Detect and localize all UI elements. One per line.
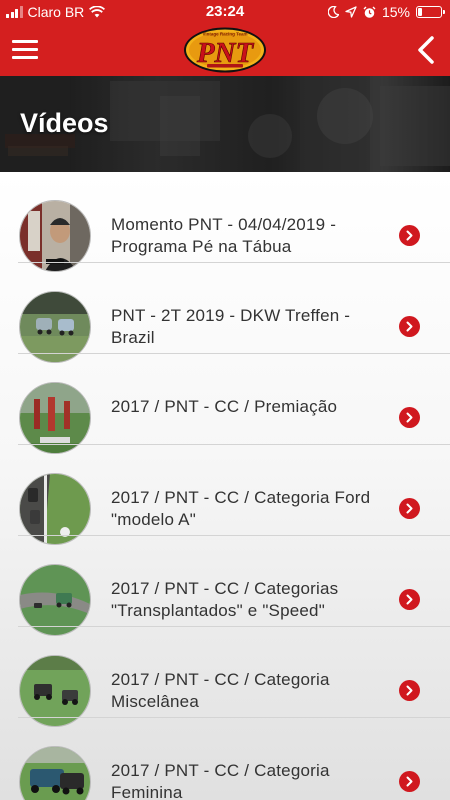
battery-level [418, 8, 422, 16]
chevron-right-icon[interactable] [399, 498, 420, 519]
video-title: PNT - 2T 2019 - DKW Treffen - Brazil [111, 306, 351, 347]
video-list: Momento PNT - 04/04/2019 - Programa Pé n… [0, 172, 450, 800]
chevron-right-icon[interactable] [399, 316, 420, 337]
video-item[interactable]: 2017 / PNT - CC / Categorias "Transplant… [0, 536, 450, 636]
battery-icon [416, 6, 445, 18]
chevron-right-icon[interactable] [399, 225, 420, 246]
battery-percent: 15% [381, 4, 410, 20]
status-right: 15% [327, 4, 445, 20]
page-title: Vídeos [20, 108, 109, 138]
page-header-banner: Vídeos [0, 76, 450, 172]
moon-icon [327, 6, 339, 18]
chevron-right-icon[interactable] [399, 589, 420, 610]
video-item[interactable]: PNT - 2T 2019 - DKW Treffen - Brazil [0, 263, 450, 363]
video-title: 2017 / PNT - CC / Categorias "Transplant… [111, 579, 339, 620]
video-title: 2017 / PNT - CC / Categoria Miscelânea [111, 670, 330, 711]
status-bar: Claro BR 23:24 15% [0, 0, 450, 24]
back-chevron-icon[interactable] [414, 36, 438, 64]
video-title: 2017 / PNT - CC / Categoria Feminina [111, 761, 330, 800]
video-item[interactable]: 2017 / PNT - CC / Premiação [0, 354, 450, 454]
video-title: 2017 / PNT - CC / Premiação [111, 397, 338, 416]
video-item[interactable]: 2017 / PNT - CC / Categoria Miscelânea [0, 627, 450, 727]
video-item[interactable]: 2017 / PNT - CC / Categoria Feminina [0, 718, 450, 800]
logo-tagline: Vintage Racing Team [202, 32, 247, 37]
pnt-logo: Vintage Racing Team PNT [184, 27, 266, 73]
video-title: Momento PNT - 04/04/2019 - Programa Pé n… [111, 215, 337, 256]
alarm-icon [363, 6, 376, 18]
video-thumbnail [19, 746, 91, 800]
chevron-right-icon[interactable] [399, 407, 420, 428]
nav-bar: Vintage Racing Team PNT [0, 24, 450, 76]
video-title: 2017 / PNT - CC / Categoria Ford "modelo… [111, 488, 371, 529]
video-item[interactable]: 2017 / PNT - CC / Categoria Ford "modelo… [0, 445, 450, 545]
chevron-right-icon[interactable] [399, 771, 420, 792]
location-arrow-icon [345, 6, 357, 18]
chevron-right-icon[interactable] [399, 680, 420, 701]
hamburger-menu-icon[interactable] [12, 40, 38, 60]
video-item[interactable]: Momento PNT - 04/04/2019 - Programa Pé n… [0, 172, 450, 272]
